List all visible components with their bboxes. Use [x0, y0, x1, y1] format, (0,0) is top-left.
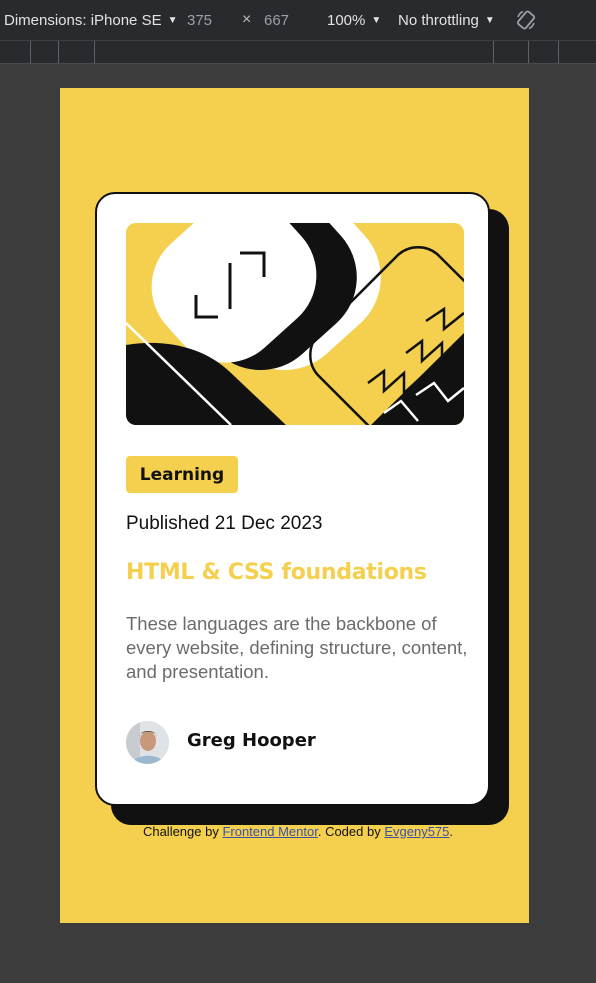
ruler-tick: [30, 41, 31, 63]
chevron-down-icon: ▼: [371, 14, 382, 26]
ruler-tick: [58, 41, 59, 63]
height-input[interactable]: 667: [264, 0, 289, 40]
author-name: Greg Hooper: [187, 730, 316, 751]
throttling-dropdown[interactable]: No throttling ▼: [398, 0, 495, 40]
ruler-tick: [493, 41, 494, 63]
card-description: These languages are the backbone of ever…: [126, 613, 468, 682]
avatar: [126, 721, 169, 764]
chevron-down-icon: ▼: [484, 14, 495, 26]
media-query-ruler: [0, 40, 596, 64]
author-profile-link[interactable]: Evgeny575: [384, 824, 449, 839]
times-icon: ×: [242, 0, 251, 40]
height-value: 667: [264, 11, 290, 29]
width-input[interactable]: 375: [187, 0, 212, 40]
ruler-tick: [94, 41, 95, 63]
ruler-tick: [528, 41, 529, 63]
rotate-icon[interactable]: [515, 9, 537, 31]
zoom-dropdown[interactable]: 100% ▼: [327, 0, 381, 40]
published-date: Published 21 Dec 2023: [126, 513, 323, 534]
frontend-mentor-link[interactable]: Frontend Mentor: [222, 824, 317, 839]
attribution-suffix: .: [449, 824, 454, 839]
avatar-image: [126, 721, 169, 764]
attribution-middle: . Coded by: [317, 824, 385, 839]
category-badge: Learning: [126, 456, 238, 493]
card-illustration: [126, 223, 464, 425]
device-dimensions-dropdown[interactable]: Dimensions: iPhone SE ▼: [4, 0, 178, 40]
card-title[interactable]: HTML & CSS foundations: [126, 560, 427, 585]
zoom-label: 100%: [327, 11, 366, 29]
times-symbol: ×: [242, 11, 252, 28]
attribution-prefix: Challenge by: [142, 824, 223, 839]
ruler-tick: [558, 41, 559, 63]
device-toolbar: Dimensions: iPhone SE ▼ 375 × 667 100% ▼…: [0, 0, 596, 40]
throttling-label: No throttling: [398, 11, 479, 29]
illustration-graphic: [126, 223, 464, 425]
attribution: Challenge by Frontend Mentor. Coded by E…: [0, 824, 596, 839]
width-value: 375: [187, 11, 213, 29]
chevron-down-icon: ▼: [167, 14, 178, 26]
category-label: Learning: [139, 464, 225, 485]
device-dimensions-label: Dimensions: iPhone SE: [4, 11, 162, 29]
